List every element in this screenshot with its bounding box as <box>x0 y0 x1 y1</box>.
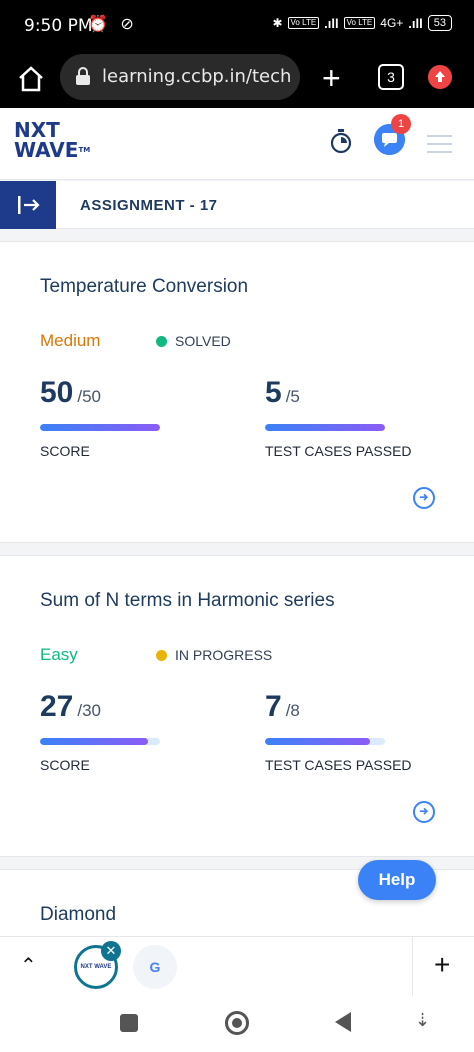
status-badge: SOLVED <box>156 333 231 349</box>
question-title: Temperature Conversion <box>40 276 249 297</box>
divider <box>412 937 413 997</box>
status-right-icons: ✱ Vo LTE .ıll Vo LTE 4G+ .ıll 53 <box>272 15 452 31</box>
score-metric: 27/30 SCORE <box>40 690 160 773</box>
question-title: Diamond <box>40 904 117 925</box>
score-label: SCORE <box>40 443 90 459</box>
signal-icon-2: .ıll <box>408 15 423 31</box>
home-icon[interactable] <box>16 64 46 94</box>
question-card[interactable]: Temperature Conversion Medium SOLVED 50/… <box>0 241 474 543</box>
browser-tab-strip: ⌃ NXT WAVE ✕ G + <box>0 936 474 997</box>
status-text: IN PROGRESS <box>175 647 273 663</box>
tests-max: /5 <box>285 387 300 406</box>
tests-value: 5 <box>265 376 282 409</box>
score-max: /30 <box>77 701 102 720</box>
download-icon[interactable]: ⇣ <box>415 1010 430 1031</box>
score-value: 50 <box>40 376 74 409</box>
logo-line-1: NXT <box>14 118 60 142</box>
tab-switcher-button[interactable]: 3 <box>378 64 404 90</box>
recents-icon[interactable] <box>120 1014 138 1032</box>
tests-value: 7 <box>265 690 282 723</box>
nxtwave-logo[interactable]: NXT WAVETM <box>14 120 90 160</box>
status-time: 9:50 PM <box>24 16 93 36</box>
test-cases-metric: 7/8 TEST CASES PASSED <box>265 690 412 773</box>
score-label: SCORE <box>40 757 90 773</box>
browser-toolbar: learning.ccbp.in/tech- + 3 <box>0 52 474 108</box>
assignment-bar: ASSIGNMENT - 17 <box>0 181 474 229</box>
battery-icon: 53 <box>427 15 452 31</box>
add-tab-icon[interactable]: + <box>434 949 450 981</box>
logo-tm: TM <box>78 146 91 154</box>
status-dot-icon <box>156 335 167 347</box>
signal-icon: .ıll <box>324 15 339 31</box>
chevron-up-icon[interactable]: ⌃ <box>20 953 37 978</box>
logo-line-2: WAVE <box>14 138 79 162</box>
system-navigation-bar: ⇣ <box>0 996 474 1052</box>
arrow-right-circle-icon[interactable] <box>413 801 435 823</box>
update-icon[interactable] <box>428 65 452 89</box>
back-icon[interactable] <box>335 1012 351 1032</box>
notification-badge: 1 <box>391 114 411 134</box>
sidebar-toggle-button[interactable] <box>0 181 56 229</box>
hamburger-menu-icon[interactable] <box>427 135 452 159</box>
address-bar[interactable]: learning.ccbp.in/tech- <box>60 54 300 100</box>
help-button[interactable]: Help <box>358 860 436 900</box>
status-badge: IN PROGRESS <box>156 647 272 663</box>
difficulty-label: Easy <box>40 645 78 664</box>
url-text: learning.ccbp.in/tech- <box>102 66 292 87</box>
arrow-right-circle-icon[interactable] <box>413 487 435 509</box>
bluetooth-icon: ✱ <box>272 16 283 30</box>
tests-max: /8 <box>285 701 300 720</box>
tests-label: TEST CASES PASSED <box>265 757 412 773</box>
difficulty-label: Medium <box>40 331 101 350</box>
question-title: Sum of N terms in Harmonic series <box>40 590 335 611</box>
volte-icon-2: Vo LTE <box>343 17 376 29</box>
score-max: /50 <box>77 387 102 406</box>
home-nav-icon[interactable] <box>225 1011 249 1035</box>
status-bar: 9:50 PM ⏰ ⊘ ✱ Vo LTE .ıll Vo LTE 4G+ .ıl… <box>0 0 474 52</box>
tests-progress-bar <box>265 738 385 745</box>
status-notification-icons: ⏰ ⊘ <box>88 16 138 33</box>
volte-icon: Vo LTE <box>287 17 320 29</box>
score-metric: 50/50 SCORE <box>40 376 160 459</box>
assignment-title: ASSIGNMENT - 17 <box>80 197 218 214</box>
new-tab-button[interactable]: + <box>322 60 341 97</box>
test-cases-metric: 5/5 TEST CASES PASSED <box>265 376 412 459</box>
collapse-arrow-icon <box>18 196 40 214</box>
question-card[interactable]: Sum of N terms in Harmonic series Easy I… <box>0 555 474 857</box>
status-text: SOLVED <box>175 333 231 349</box>
tab-thumbnail-google[interactable]: G <box>133 945 177 989</box>
status-dot-icon <box>156 649 167 661</box>
network-type: 4G+ <box>380 16 404 30</box>
tests-progress-bar <box>265 424 385 431</box>
lock-icon <box>76 67 90 85</box>
score-progress-bar <box>40 738 160 745</box>
close-tab-icon[interactable]: ✕ <box>101 941 121 961</box>
tests-label: TEST CASES PASSED <box>265 443 412 459</box>
score-value: 27 <box>40 690 74 723</box>
score-progress-bar <box>40 424 160 431</box>
stopwatch-icon[interactable] <box>329 128 353 154</box>
